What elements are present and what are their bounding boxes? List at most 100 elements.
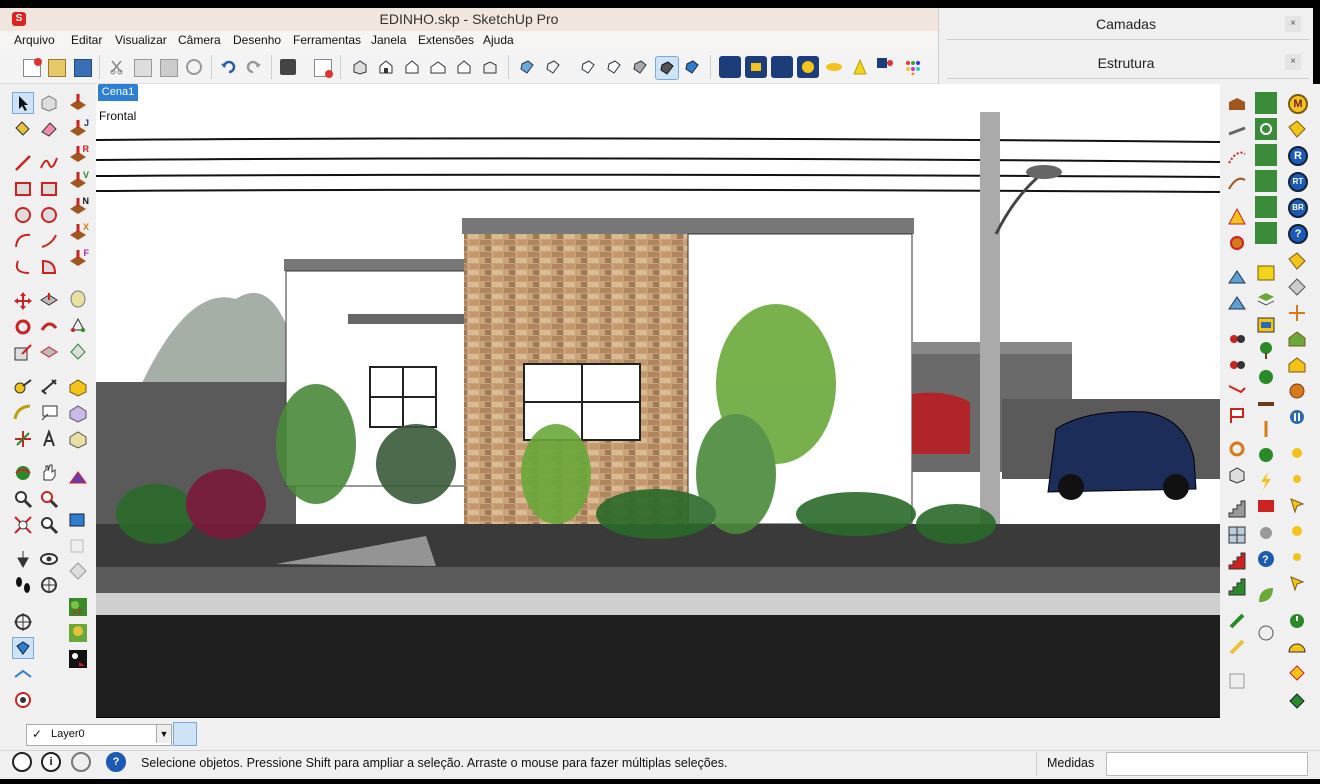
sandbox-icon[interactable] <box>12 663 34 685</box>
zoom-window-icon[interactable] <box>38 488 60 510</box>
front-view-icon[interactable] <box>401 56 423 78</box>
pencil-yellow-icon[interactable] <box>1226 636 1248 658</box>
menu-ferramentas[interactable]: Ferramentas <box>293 33 361 47</box>
dot-icon[interactable] <box>1286 442 1308 464</box>
export-icon[interactable] <box>1286 662 1308 684</box>
layers-icon[interactable] <box>1255 288 1277 310</box>
menu-arquivo[interactable]: Arquivo <box>14 33 55 47</box>
zoom-extents-icon[interactable] <box>12 514 34 536</box>
print-icon[interactable] <box>277 56 299 78</box>
tape-measure-icon[interactable] <box>12 376 34 398</box>
color-palette-icon[interactable] <box>901 56 923 78</box>
three-point-arc-icon[interactable] <box>12 256 34 278</box>
v-ray-icon[interactable] <box>1255 622 1277 644</box>
plant-library-icon[interactable]: FF <box>67 596 89 618</box>
menu-extensoes[interactable]: Extensões <box>418 33 474 47</box>
rotated-rectangle-icon[interactable] <box>38 178 60 200</box>
bezier-icon[interactable] <box>1226 172 1248 194</box>
rectangle-icon[interactable] <box>12 178 34 200</box>
image-icon[interactable] <box>1255 262 1277 284</box>
text-icon[interactable] <box>38 402 60 424</box>
subtract-icon[interactable] <box>67 402 89 424</box>
tag-2-icon[interactable] <box>1286 250 1308 272</box>
plant-bar-icon[interactable] <box>1255 196 1277 218</box>
flag-red-icon[interactable] <box>1255 496 1277 518</box>
ruby-x-icon[interactable]: X <box>67 222 89 244</box>
terrain-icon[interactable] <box>1226 266 1248 288</box>
offset-icon[interactable] <box>38 342 60 364</box>
rotate-icon[interactable] <box>12 316 34 338</box>
protractor-icon[interactable] <box>12 402 34 424</box>
menu-visualizar[interactable]: Visualizar <box>115 33 167 47</box>
pencil-green-icon[interactable] <box>1226 610 1248 632</box>
layer-select[interactable]: ✓ Layer0 ▼ <box>26 724 172 746</box>
warehouse-icon[interactable] <box>1226 94 1248 116</box>
power-icon[interactable] <box>1286 610 1308 632</box>
pie-icon[interactable] <box>38 256 60 278</box>
outliner-panel-title[interactable]: Estrutura <box>939 55 1313 71</box>
plant-arrows-icon[interactable] <box>1255 222 1277 244</box>
plant-circle-icon[interactable] <box>1255 118 1277 140</box>
measures-input[interactable] <box>1106 752 1308 776</box>
gear-icon[interactable] <box>1226 232 1248 254</box>
render-frame-icon[interactable] <box>745 56 767 78</box>
flag-icon[interactable] <box>1226 404 1248 426</box>
section-plane-icon[interactable] <box>38 574 60 596</box>
target-icon[interactable] <box>12 689 34 711</box>
drape-icon[interactable] <box>67 560 89 582</box>
extension-icon[interactable] <box>1226 120 1248 142</box>
3d-text-icon[interactable] <box>38 428 60 450</box>
ruby-v-icon[interactable]: V <box>67 170 89 192</box>
stairs-2-icon[interactable] <box>1226 550 1248 572</box>
shaded-textures-icon[interactable] <box>629 56 651 78</box>
badge-help-icon[interactable]: ? <box>1288 224 1308 244</box>
ruby-r-icon[interactable]: R <box>67 144 89 166</box>
dot-4-icon[interactable] <box>1286 546 1308 568</box>
close-icon[interactable]: × <box>1285 54 1301 70</box>
pointer-2-icon[interactable] <box>1286 572 1308 594</box>
hidden-line-icon[interactable] <box>577 56 599 78</box>
line-icon[interactable] <box>12 152 34 174</box>
bench-icon[interactable] <box>1255 392 1277 414</box>
light-pole-icon[interactable] <box>1255 418 1277 440</box>
lightning-icon[interactable] <box>1255 470 1277 492</box>
stairs-3-icon[interactable] <box>1226 576 1248 598</box>
save-icon[interactable] <box>71 56 93 78</box>
badge-rt-icon[interactable]: RT <box>1288 172 1308 192</box>
paint-bucket-icon[interactable] <box>12 118 34 140</box>
flatten-icon[interactable] <box>67 534 89 556</box>
menu-desenho[interactable]: Desenho <box>233 33 281 47</box>
layers-panel-title[interactable]: Camadas <box>939 16 1313 32</box>
eraser-icon[interactable] <box>38 118 60 140</box>
solid-tools-icon[interactable] <box>67 314 89 336</box>
circle-icon[interactable] <box>12 204 34 226</box>
dot-2-icon[interactable] <box>1286 468 1308 490</box>
menu-editar[interactable]: Editar <box>71 33 102 47</box>
pause-icon[interactable] <box>1286 406 1308 428</box>
cone-light-icon[interactable] <box>849 56 871 78</box>
help-icon[interactable]: ? <box>1255 548 1277 570</box>
warning-icon[interactable] <box>1226 206 1248 228</box>
badge-r-icon[interactable]: R <box>1288 146 1308 166</box>
chevron-down-icon[interactable]: ▼ <box>156 725 171 743</box>
shell-icon[interactable] <box>67 288 89 310</box>
geolocation-icon[interactable] <box>12 752 32 772</box>
leaf-icon[interactable] <box>1255 584 1277 606</box>
undo-icon[interactable] <box>217 56 239 78</box>
help-icon[interactable]: ? <box>106 752 126 772</box>
orbit-icon[interactable] <box>12 462 34 484</box>
redo-icon[interactable] <box>243 56 265 78</box>
component-icon[interactable] <box>38 92 60 114</box>
axes-icon[interactable] <box>12 428 34 450</box>
new-file-icon[interactable] <box>20 56 42 78</box>
skp-shapes-icon[interactable] <box>67 648 89 670</box>
user-icon[interactable] <box>71 752 91 772</box>
scale-icon[interactable] <box>12 342 34 364</box>
plant-tool-icon[interactable] <box>1255 92 1277 114</box>
open-folder-icon[interactable] <box>45 56 67 78</box>
shaded-icon[interactable] <box>603 56 625 78</box>
2d-tools-icon[interactable] <box>67 508 89 530</box>
arrow-tool-icon[interactable] <box>1226 378 1248 400</box>
monochrome-icon[interactable] <box>655 56 679 80</box>
model-info-icon[interactable] <box>311 56 333 78</box>
